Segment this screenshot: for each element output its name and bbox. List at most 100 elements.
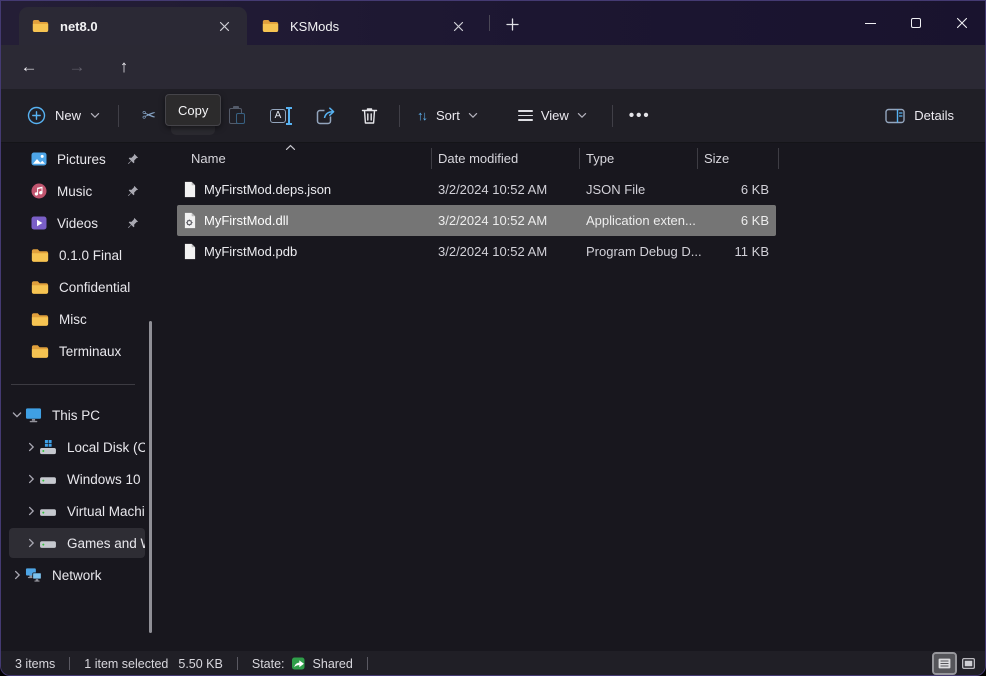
items-count: 3 items [15,657,55,671]
sidebar-item-music[interactable]: Music [9,176,145,206]
file-icon [183,243,197,260]
chevron-right-icon[interactable] [23,474,39,484]
statusbar-separator [69,657,70,670]
navigation-bar: ← → ↑ ••• MyFirstMod bin Debug net8.0 [1,45,985,89]
folder-icon [31,248,49,263]
column-header-name[interactable]: Name [191,151,226,166]
circle-plus-icon [27,106,46,125]
sidebar-item-folder[interactable]: Terminaux [9,336,145,366]
new-tab-button[interactable] [497,10,527,38]
column-resize-handle[interactable] [431,148,432,169]
table-row[interactable]: MyFirstMod.deps.json 3/2/2024 10:52 AM J… [177,174,776,205]
chevron-right-icon[interactable] [23,442,39,452]
column-header-size[interactable]: Size [704,151,729,166]
paste-button[interactable] [215,97,259,135]
tab-close-icon[interactable] [445,13,471,39]
back-button[interactable]: ← [14,52,44,82]
column-headers: Name Date modified Type Size [159,143,986,174]
rename-button[interactable]: A [259,97,303,135]
details-pane-label: Details [914,108,954,123]
music-icon [31,183,47,199]
view-toggles [934,654,979,673]
file-type: JSON File [586,182,645,197]
selected-size: 5.50 KB [178,657,222,671]
more-options-button[interactable]: ••• [621,97,659,135]
details-view-toggle[interactable] [934,654,955,673]
chevron-right-icon[interactable] [9,570,25,580]
sidebar-item-network[interactable]: Network [9,560,145,590]
large-icons-view-toggle[interactable] [958,654,979,673]
share-button[interactable] [303,97,347,135]
column-header-date-modified[interactable]: Date modified [438,151,518,166]
file-type: Program Debug D... [586,244,702,259]
file-size: 6 KB [741,213,769,228]
file-name: MyFirstMod.pdb [204,244,297,259]
minimize-button[interactable] [847,1,893,45]
scissors-icon: ✂ [142,106,156,126]
new-button-label: New [55,108,81,123]
rename-icon: A [270,106,292,126]
sort-button[interactable]: ↑↓ Sort [408,97,487,135]
folder-icon [32,19,49,33]
sidebar-item-this-pc[interactable]: This PC [9,400,145,430]
caption-controls [847,1,985,45]
tab-net8.0[interactable]: net8.0 [19,7,247,45]
table-row-selected[interactable]: MyFirstMod.dll 3/2/2024 10:52 AM Applica… [177,205,776,236]
maximize-button[interactable] [893,1,939,45]
share-icon [315,106,336,126]
sidebar: Pictures Music Videos [1,143,159,651]
chevron-down-icon[interactable] [9,411,25,419]
sidebar-item-videos[interactable]: Videos [9,208,145,238]
view-button[interactable]: View [509,97,596,135]
paste-icon [227,106,247,126]
sidebar-separator [11,384,135,385]
more-icon: ••• [629,107,651,124]
chevron-right-icon[interactable] [23,538,39,548]
file-explorer-window: net8.0 KSMods ← → ↑ [0,0,986,676]
file-date-modified: 3/2/2024 10:52 AM [438,244,547,259]
new-button[interactable]: New [17,97,110,135]
up-button[interactable]: ↑ [109,52,139,82]
sidebar-item-drive-games[interactable]: Games and Wo [9,528,145,558]
chevron-down-icon [577,112,587,119]
file-name: MyFirstMod.deps.json [204,182,331,197]
tab-close-icon[interactable] [211,13,237,39]
file-icon [183,181,197,198]
shared-icon [291,656,307,671]
sidebar-item-folder[interactable]: Misc [9,304,145,334]
sidebar-item-drive-windows10[interactable]: Windows 10 (D [9,464,145,494]
sort-button-label: Sort [436,108,460,123]
sidebar-item-folder[interactable]: 0.1.0 Final [9,240,145,270]
trash-icon [360,106,379,126]
column-header-type[interactable]: Type [586,151,614,166]
file-list: Name Date modified Type Size MyFirstMod.… [159,143,986,651]
column-resize-handle[interactable] [778,148,779,169]
close-button[interactable] [939,1,985,45]
chevron-right-icon[interactable] [23,506,39,516]
table-row[interactable]: MyFirstMod.pdb 3/2/2024 10:52 AM Program… [177,236,776,267]
copy-tooltip: Copy [165,94,221,126]
file-type: Application exten... [586,213,696,228]
sidebar-item-pictures[interactable]: Pictures [9,144,145,174]
tab-ksmods[interactable]: KSMods [249,7,481,45]
details-pane-button[interactable]: Details [876,97,963,135]
folder-icon [31,344,49,359]
column-resize-handle[interactable] [697,148,698,169]
sidebar-item-folder[interactable]: Confidential [9,272,145,302]
pin-icon [127,153,139,165]
sidebar-scrollbar[interactable] [149,321,152,633]
sidebar-item-drive-c[interactable]: Local Disk (C:) [9,432,145,462]
titlebar: net8.0 KSMods [1,1,985,45]
details-pane-icon [885,108,905,124]
tab-label: net8.0 [60,19,211,34]
state-value: Shared [313,657,353,671]
network-icon [25,567,42,583]
chevron-down-icon [90,112,100,119]
forward-button[interactable]: → [62,52,92,82]
delete-button[interactable] [347,97,391,135]
file-name: MyFirstMod.dll [204,213,289,228]
sidebar-item-drive-virtual-machines[interactable]: Virtual Machin [9,496,145,526]
column-resize-handle[interactable] [579,148,580,169]
folder-icon [262,19,279,33]
pin-icon [127,217,139,229]
